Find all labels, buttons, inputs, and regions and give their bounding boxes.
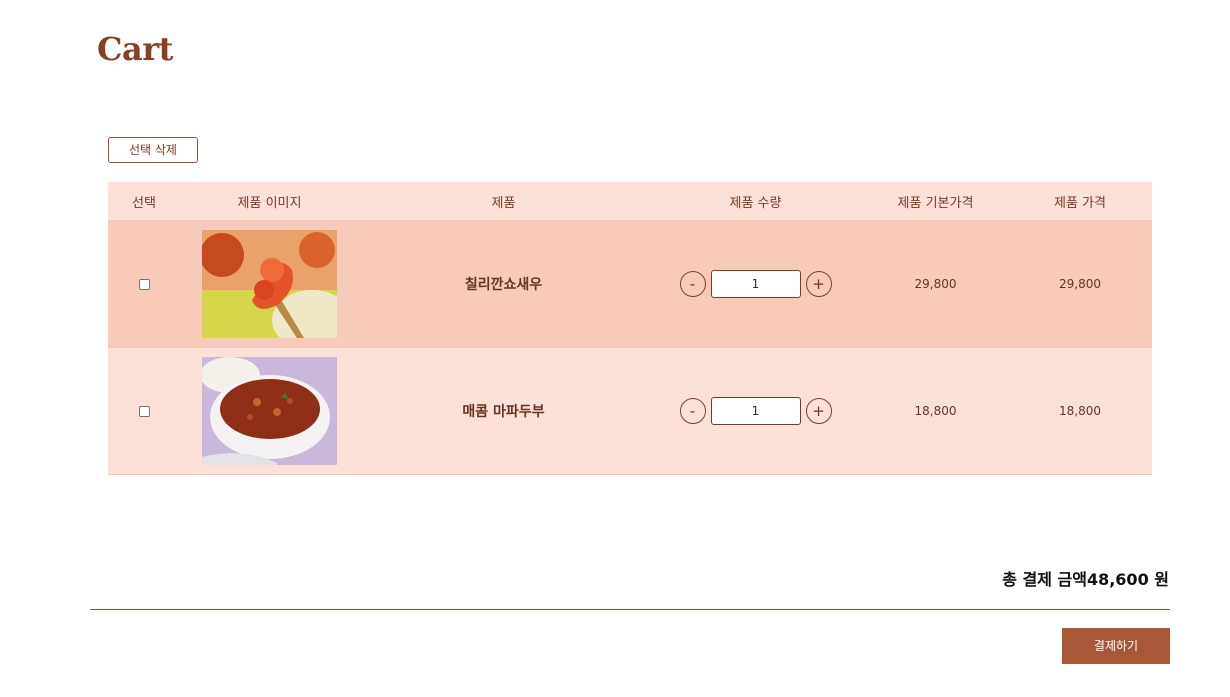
header-select: 선택 [132, 195, 156, 211]
table-row: 매콤 마파두부 - 1 + 18,800 18,800 [108, 348, 1152, 475]
base-price: 18,800 [914, 404, 957, 418]
product-name: 칠리깐쇼새우 [464, 277, 543, 293]
total-amount: 총 결제 금액48,600 원 [1002, 570, 1169, 589]
header-image: 제품 이미지 [237, 195, 302, 211]
delete-selected-button[interactable]: 선택 삭제 [108, 137, 198, 163]
item-price: 29,800 [1059, 277, 1101, 291]
header-base-price: 제품 기본가격 [897, 195, 974, 211]
decrease-button[interactable]: - [679, 271, 706, 297]
header-price: 제품 가격 [1054, 195, 1106, 211]
header-product: 제품 [491, 195, 516, 211]
mapo-tofu-photo [202, 357, 337, 465]
quantity-input[interactable]: 1 [710, 270, 801, 298]
header-quantity: 제품 수량 [729, 195, 782, 211]
checkout-button[interactable]: 결제하기 [1062, 628, 1170, 664]
base-price: 29,800 [914, 277, 957, 291]
row-checkbox[interactable] [138, 405, 150, 417]
increase-button[interactable]: + [805, 398, 832, 424]
item-price: 18,800 [1059, 404, 1101, 418]
increase-button[interactable]: + [805, 271, 832, 297]
cart-table: 선택 제품 이미지 제품 제품 수량 제품 기본가격 제품 가격 칠리깐쇼새우 … [108, 182, 1152, 475]
table-header: 선택 제품 이미지 제품 제품 수량 제품 기본가격 제품 가격 [108, 182, 1152, 221]
page-title: Cart [97, 30, 173, 68]
chili-shrimp-photo [202, 230, 337, 338]
decrease-button[interactable]: - [679, 398, 706, 424]
table-row: 칠리깐쇼새우 - 1 + 29,800 29,800 [108, 221, 1152, 348]
quantity-stepper: - 1 + [648, 348, 863, 474]
row-checkbox[interactable] [138, 278, 150, 290]
quantity-stepper: - 1 + [648, 221, 863, 347]
divider [90, 609, 1170, 610]
product-name: 매콤 마파두부 [462, 404, 545, 420]
quantity-input[interactable]: 1 [710, 397, 801, 425]
